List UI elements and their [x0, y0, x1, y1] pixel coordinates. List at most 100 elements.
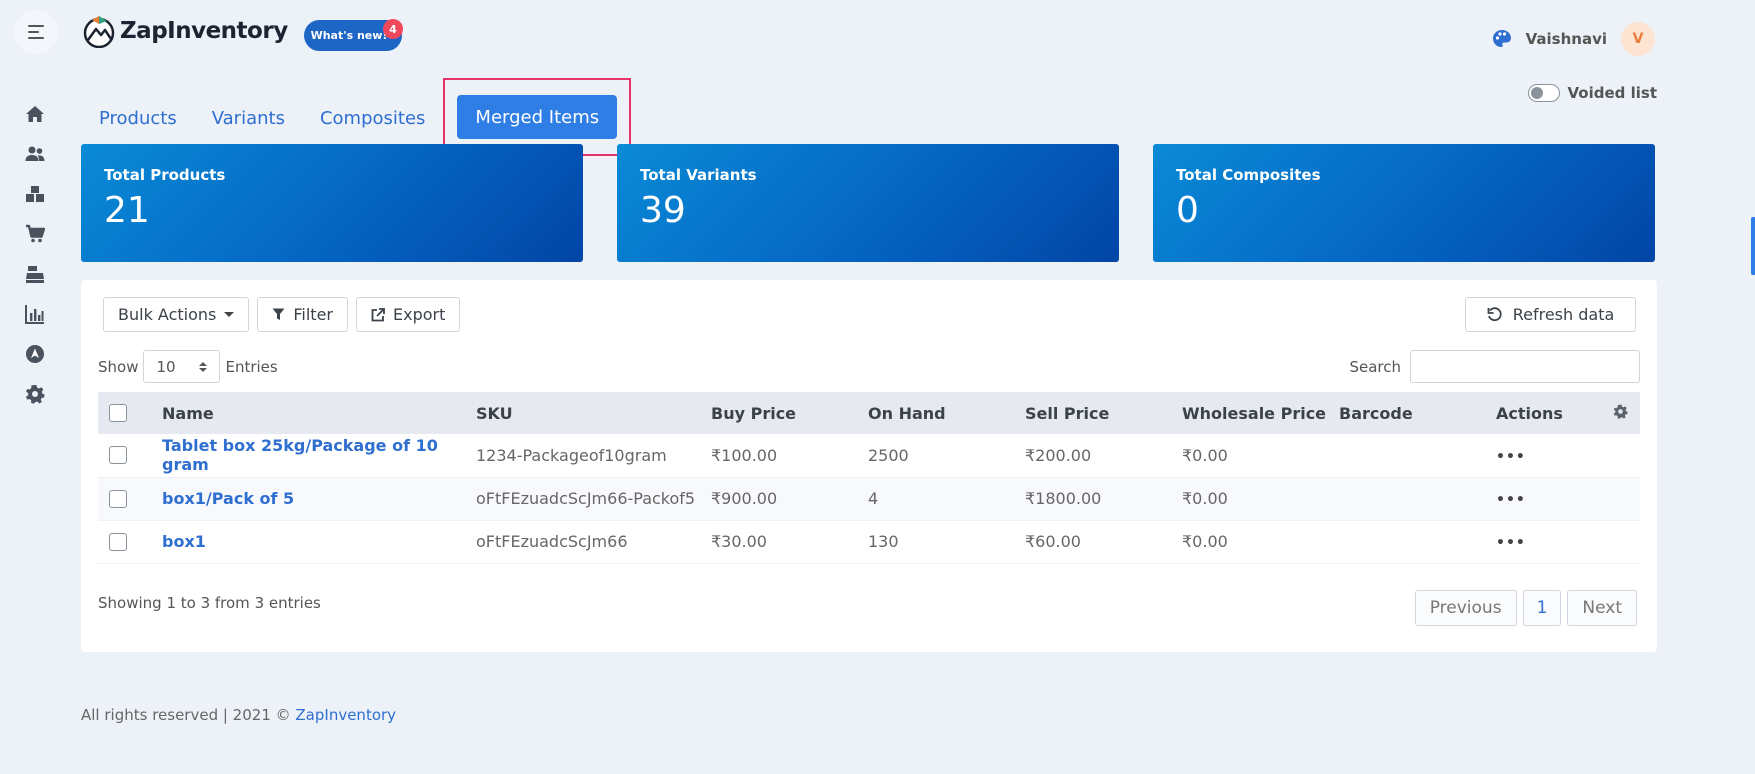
cell-on-hand: 130: [868, 532, 899, 551]
stat-value: 21: [104, 190, 150, 231]
item-name-link[interactable]: box1: [162, 520, 476, 563]
side-panel-handle[interactable]: [1751, 217, 1755, 275]
stat-card-products: Total Products 21: [81, 144, 583, 262]
column-header[interactable]: Name: [162, 392, 476, 434]
avatar[interactable]: V: [1621, 22, 1655, 56]
bulk-actions-label: Bulk Actions: [118, 305, 217, 324]
bulk-actions-button[interactable]: Bulk Actions: [103, 297, 250, 332]
voided-list-toggle[interactable]: Voided list: [1527, 84, 1658, 102]
more-actions-icon[interactable]: •••: [1496, 449, 1526, 465]
cell-sku: oFtFEzuadcScJm66-Packof5: [476, 489, 696, 508]
table-search: Search: [1349, 350, 1640, 383]
table-toolbar: Bulk Actions Filter Export: [103, 297, 461, 332]
more-actions-icon[interactable]: •••: [1496, 535, 1526, 551]
merged-items-table: Name SKU Buy Price On Hand Sell Price Wh…: [98, 392, 1640, 564]
cash-register-icon: [26, 266, 44, 283]
cell-buy-price: ₹900.00: [711, 489, 778, 508]
chart-icon: [25, 305, 44, 324]
compass-icon: [26, 345, 44, 363]
brand-logo[interactable]: ZapInventory: [82, 14, 288, 48]
cell-sku: 1234-Packageof10gram: [476, 445, 667, 465]
column-header[interactable]: Buy Price: [711, 392, 868, 434]
voided-switch[interactable]: [1527, 84, 1560, 102]
gear-icon: [26, 385, 45, 404]
stat-value: 0: [1176, 190, 1199, 231]
stat-value: 39: [640, 190, 686, 231]
brand-name: ZapInventory: [120, 18, 288, 44]
external-link-icon: [371, 307, 385, 321]
export-label: Export: [392, 305, 446, 324]
item-name-link[interactable]: box1/Pack of 5: [162, 477, 476, 520]
pagination: Previous 1 Next: [1414, 590, 1637, 626]
cell-buy-price: ₹30.00: [711, 532, 767, 551]
column-header[interactable]: Sell Price: [1025, 392, 1182, 434]
voided-label: Voided list: [1567, 84, 1658, 102]
tab-variants[interactable]: Variants: [195, 95, 303, 141]
page-1-button[interactable]: 1: [1522, 590, 1562, 626]
next-page-button[interactable]: Next: [1567, 590, 1637, 626]
cell-barcode: [1339, 520, 1496, 563]
cell-wholesale-price: ₹0.00: [1182, 532, 1228, 551]
cell-sell-price: ₹1800.00: [1025, 489, 1102, 508]
pagination-summary: Showing 1 to 3 from 3 entries: [98, 594, 321, 612]
merged-items-panel: Bulk Actions Filter Export Refresh data …: [81, 280, 1657, 652]
cell-on-hand: 4: [868, 489, 879, 508]
sidebar-item-pos[interactable]: [22, 254, 48, 294]
stat-label: Total Variants: [640, 166, 757, 184]
filter-button[interactable]: Filter: [257, 297, 348, 332]
sidebar-item-users[interactable]: [22, 134, 48, 174]
column-header[interactable]: SKU: [476, 392, 711, 434]
entries-value: 10: [156, 357, 176, 376]
sort-arrows-icon: [199, 361, 208, 372]
sidebar-item-home[interactable]: [22, 94, 48, 134]
select-all-checkbox[interactable]: [109, 404, 127, 422]
footer: All rights reserved | 2021 © ZapInventor…: [81, 706, 396, 724]
previous-page-button[interactable]: Previous: [1414, 590, 1517, 626]
cell-buy-price: ₹100.00: [711, 445, 778, 465]
row-checkbox[interactable]: [109, 489, 127, 508]
cell-wholesale-price: ₹0.00: [1182, 445, 1228, 465]
username[interactable]: Vaishnavi: [1526, 30, 1607, 48]
row-checkbox[interactable]: [109, 532, 127, 551]
show-label: Show: [98, 357, 139, 376]
entries-suffix: Entries: [225, 357, 278, 376]
sidebar-item-apps[interactable]: [22, 334, 48, 374]
sidebar-item-inventory[interactable]: [22, 174, 48, 214]
column-settings-icon[interactable]: [1613, 404, 1628, 419]
item-name-link[interactable]: Tablet box 25kg/Package of 10 gram: [162, 434, 476, 477]
cell-sell-price: ₹60.00: [1025, 532, 1081, 551]
users-icon: [25, 146, 45, 161]
footer-brand-link[interactable]: ZapInventory: [295, 706, 396, 724]
cell-barcode: [1339, 434, 1496, 477]
table-row: box1/Pack of 5 oFtFEzuadcScJm66-Packof5 …: [98, 477, 1640, 520]
more-actions-icon[interactable]: •••: [1496, 492, 1526, 508]
column-header[interactable]: Barcode: [1339, 392, 1496, 434]
sidebar-item-settings[interactable]: [22, 374, 48, 414]
stat-card-variants: Total Variants 39: [617, 144, 1119, 262]
column-header[interactable]: Wholesale Price: [1182, 392, 1339, 434]
row-checkbox[interactable]: [109, 446, 127, 465]
menu-toggle-button[interactable]: [14, 10, 58, 54]
column-header[interactable]: On Hand: [868, 392, 1025, 434]
refresh-data-button[interactable]: Refresh data: [1465, 297, 1636, 332]
hamburger-icon: [28, 25, 44, 27]
table-row: box1 oFtFEzuadcScJm66 ₹30.00 130 ₹60.00 …: [98, 520, 1640, 563]
palette-icon[interactable]: [1492, 29, 1512, 49]
boxes-icon: [26, 186, 44, 202]
home-icon: [26, 106, 44, 122]
whats-new-button[interactable]: What's new! 4: [304, 19, 403, 51]
sidebar-item-orders[interactable]: [22, 214, 48, 254]
sidebar-item-reports[interactable]: [22, 294, 48, 334]
tab-composites[interactable]: Composites: [303, 95, 443, 141]
stat-card-composites: Total Composites 0: [1153, 144, 1655, 262]
stats-cards: Total Products 21 Total Variants 39 Tota…: [81, 144, 1655, 262]
filter-icon: [272, 308, 285, 320]
tab-merged-items[interactable]: Merged Items: [457, 95, 618, 139]
tab-products[interactable]: Products: [82, 95, 195, 141]
search-input[interactable]: [1410, 350, 1640, 383]
entries-selector: Show 10 Entries: [98, 350, 278, 383]
sidebar-nav: [22, 94, 48, 414]
cell-barcode: [1339, 477, 1496, 520]
entries-select[interactable]: 10: [143, 350, 221, 383]
export-button[interactable]: Export: [355, 297, 461, 332]
